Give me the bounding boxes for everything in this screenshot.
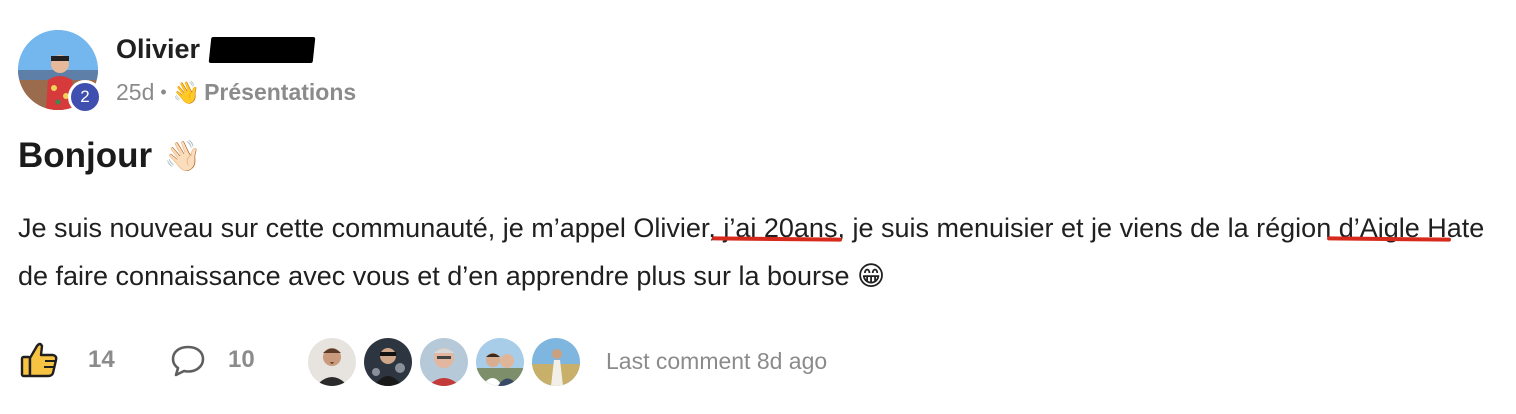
comment-count: 10 [228,346,255,373]
grinning-face-icon: 😁 [857,261,886,291]
thumbs-up-icon[interactable] [20,342,58,378]
post-meta: 25d • 👋 Présentations [116,79,356,106]
author-avatar[interactable]: 2 [18,30,102,114]
commenter-avatar[interactable] [418,336,470,388]
post-body: Je suis nouveau sur cette communauté, je… [18,204,1488,300]
post-title[interactable]: Bonjour 👋🏻 [18,136,202,176]
waving-hand-icon: 👋 [172,79,201,105]
waving-hand-icon: 👋🏻 [164,139,202,173]
level-badge: 2 [68,80,102,114]
post-age: 25d [116,79,155,105]
commenter-avatar[interactable] [362,336,414,388]
avatar-photo-icon [308,338,356,386]
commenter-avatar[interactable] [306,336,358,388]
comment-bubble-icon[interactable] [170,344,206,378]
highlighted-region: d’Aigle H [1331,213,1447,243]
commenter-avatar[interactable] [474,336,526,388]
meta-separator: • [160,82,167,102]
avatar-photo-icon [476,338,524,386]
highlighted-age: j’ai 20ans [715,213,838,243]
post-title-text: Bonjour [18,136,153,175]
avatar-photo-icon [364,338,412,386]
author-row: Olivier [116,34,316,65]
body-text: , je suis menuisier et je viens de la ré… [837,213,1332,243]
redaction-mark [208,36,316,63]
avatar-photo-icon [420,338,468,386]
post-card: 2 Olivier 25d • 👋 Présentations Bonjour … [0,0,1516,414]
body-text: Je suis nouveau sur cette communauté, je… [18,213,716,243]
like-count: 14 [88,346,115,373]
avatar-photo-icon [532,338,580,386]
commenter-avatar[interactable] [530,336,582,388]
commenter-avatars[interactable] [306,336,586,388]
author-name[interactable]: Olivier [116,34,200,65]
post-footer: 14 10 Last comment 8d ago [18,336,1498,388]
category-link[interactable]: Présentations [204,79,356,106]
last-comment-text: Last comment 8d ago [606,348,828,374]
